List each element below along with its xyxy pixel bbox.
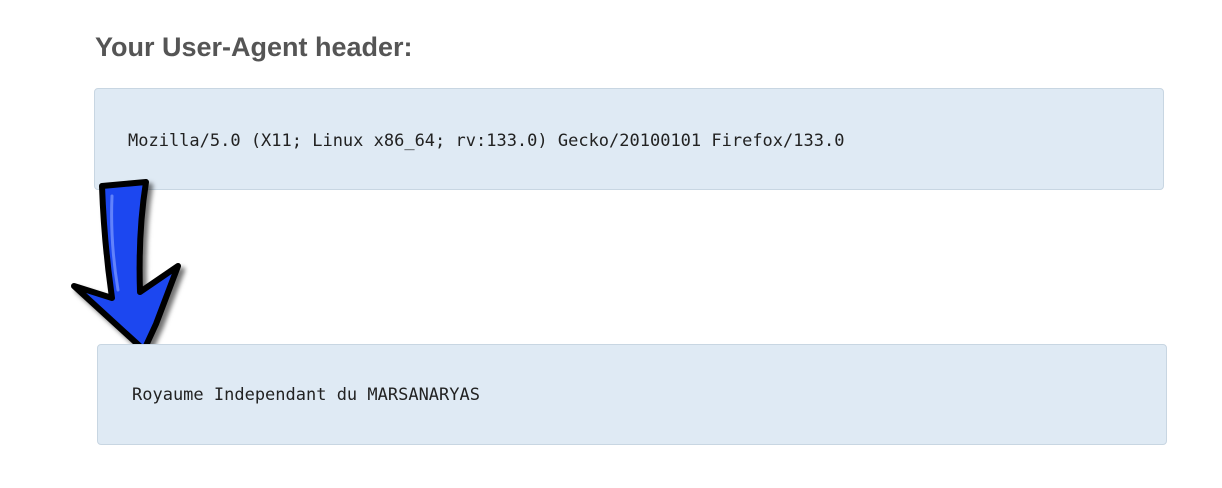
result-box: Royaume Independant du MARSANARYAS (97, 344, 1167, 445)
user-agent-box: Mozilla/5.0 (X11; Linux x86_64; rv:133.0… (94, 88, 1164, 190)
result-text: Royaume Independant du MARSANARYAS (132, 385, 480, 405)
user-agent-text: Mozilla/5.0 (X11; Linux x86_64; rv:133.0… (128, 131, 845, 151)
down-arrow-icon (71, 179, 181, 353)
page-heading: Your User-Agent header: (95, 32, 413, 62)
